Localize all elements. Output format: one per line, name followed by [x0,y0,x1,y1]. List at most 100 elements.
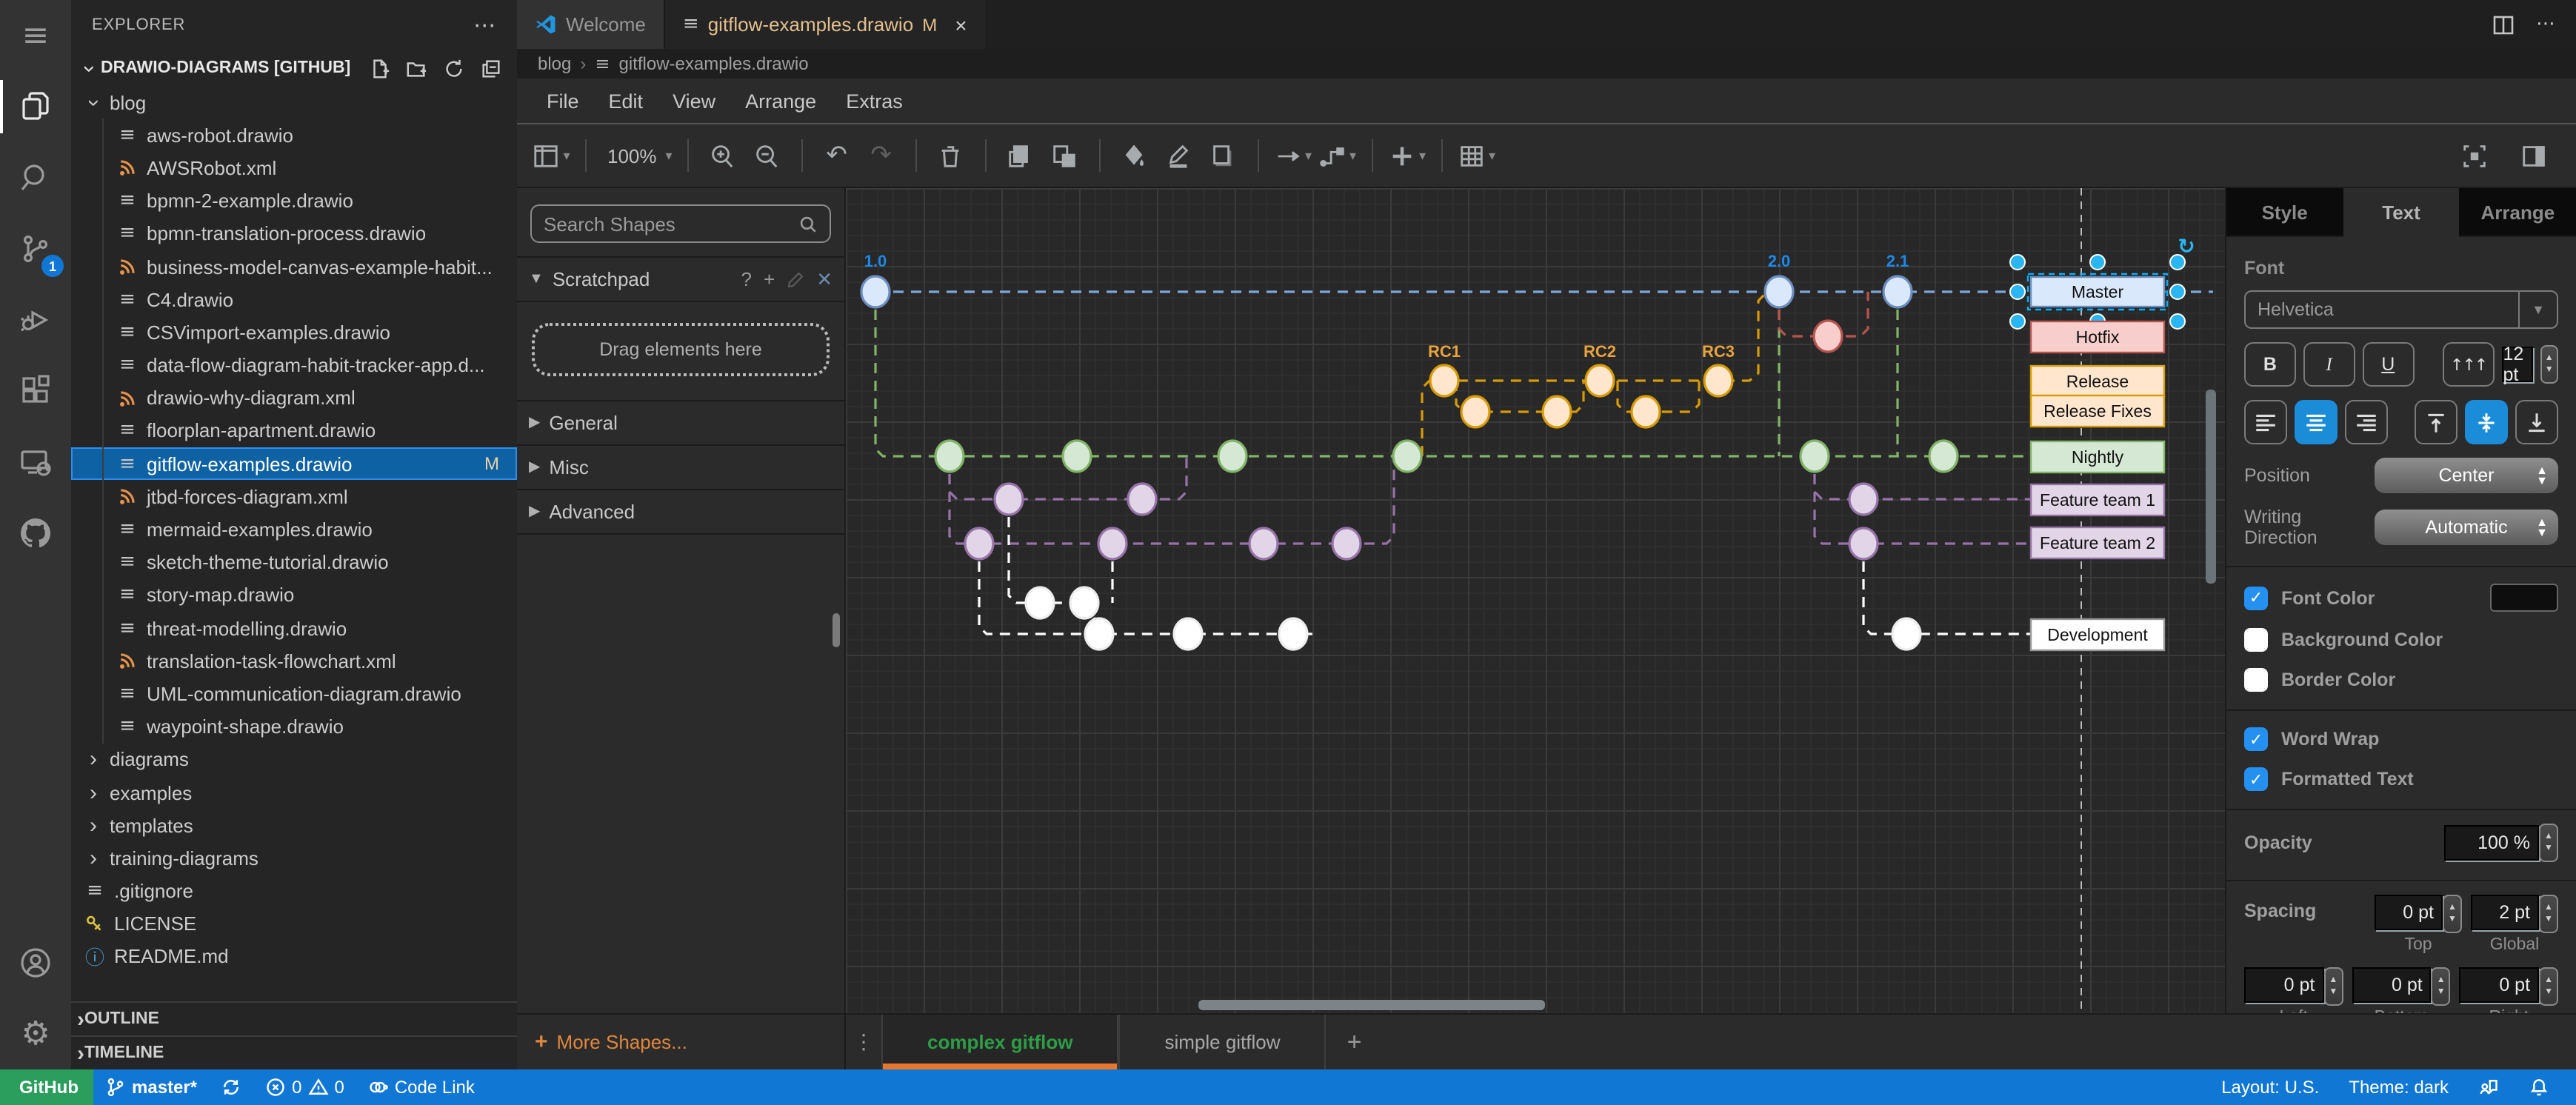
pages-menu-icon[interactable]: ⋮ [846,1015,881,1069]
italic-button[interactable]: I [2303,342,2355,387]
folder-training-diagrams[interactable]: training-diagrams [71,842,517,875]
file-data-flow-diagram-habit-tracker-app-d-[interactable]: ≡data-flow-diagram-habit-tracker-app.d..… [71,349,517,381]
file--gitignore[interactable]: ≡.gitignore [71,875,517,907]
explorer-more-actions-icon[interactable]: ⋯ [473,12,496,39]
shadow-icon[interactable] [1204,133,1243,178]
writing-direction-select[interactable]: Automatic▲▼ [2375,510,2558,545]
file-sketch-theme-tutorial-drawio[interactable]: ≡sketch-theme-tutorial.drawio [71,546,517,578]
commit-node-release-commits[interactable] [1461,396,1489,427]
undo-icon[interactable]: ↶ [818,133,856,178]
tag-label-RC1[interactable]: RC1 [1428,342,1461,361]
commit-node-dev-commits[interactable] [1026,587,1054,618]
commit-node-nightly-commits[interactable] [935,441,964,472]
scratchpad-section[interactable]: ▼ Scratchpad ? + ✕ [517,256,844,301]
section-misc[interactable]: ▶Misc [517,444,844,489]
search-shapes-input[interactable]: Search Shapes [530,204,831,243]
file-license[interactable]: LICENSE [71,907,517,940]
timeline-section[interactable]: TIMELINE [71,1035,517,1069]
file-story-map-drawio[interactable]: ≡story-map.drawio [71,579,517,612]
explorer-icon[interactable] [0,71,71,142]
opacity-input[interactable]: 100 % [2444,825,2539,861]
new-folder-icon[interactable] [406,57,428,79]
split-editor-icon[interactable] [2492,13,2515,36]
file-c4-drawio[interactable]: ≡C4.drawio [71,283,517,316]
commit-node-dev-commits[interactable] [1085,618,1113,650]
background-color-checkbox[interactable] [2244,628,2268,652]
file-mermaid-examples-drawio[interactable]: ≡mermaid-examples.drawio [71,513,517,546]
settings-gear-icon[interactable]: ⚙ [0,998,71,1069]
fullscreen-icon[interactable] [2455,133,2493,178]
commit-node-nightly-commits[interactable] [1063,441,1091,472]
tag-label-2.1[interactable]: 2.1 [1886,252,1909,270]
github-icon[interactable] [0,498,71,569]
new-file-icon[interactable] [369,57,391,79]
commit-node-master-commits[interactable] [1765,276,1793,307]
insert-button[interactable]: ▾ [1388,133,1427,178]
file-translation-task-flowchart-xml[interactable]: translation-task-flowchart.xml [71,644,517,677]
zoom-out-icon[interactable] [748,133,787,178]
section-general[interactable]: ▶General [517,400,844,444]
folder-templates[interactable]: templates [71,809,517,841]
search-icon[interactable] [0,142,71,213]
word-wrap-checkbox[interactable]: ✓ [2244,727,2268,751]
align-left-button[interactable] [2244,400,2287,444]
border-color-checkbox[interactable] [2244,668,2268,692]
file-aws-robot-drawio[interactable]: ≡aws-robot.drawio [71,118,517,151]
font-size-stepper[interactable]: ▲▼ [2540,345,2558,384]
page-tab-complex-gitflow[interactable]: complex gitflow [881,1015,1118,1069]
git-branch-status[interactable]: master* [93,1077,209,1098]
commit-node-dev-commits[interactable] [1892,618,1921,650]
refresh-icon[interactable] [443,57,465,79]
file-jtbd-forces-diagram-xml[interactable]: jtbd-forces-diagram.xml [71,481,517,513]
to-front-icon[interactable] [1001,133,1040,178]
sync-status[interactable] [209,1077,253,1098]
align-center-button[interactable] [2295,400,2338,444]
commit-node-hotfix-commits[interactable] [1814,321,1842,352]
opacity-stepper[interactable]: ▲▼ [2539,824,2558,862]
collapse-all-icon[interactable] [480,57,502,79]
underline-button[interactable]: U [2362,342,2414,387]
vertical-text-button[interactable]: ↑↑↑ [2443,342,2495,387]
file-bpmn-2-example-drawio[interactable]: ≡bpmn-2-example.drawio [71,184,517,217]
commit-node-feature2-commits[interactable] [965,528,993,559]
waypoint-style-button[interactable]: ▾ [1318,133,1357,178]
align-right-button[interactable] [2345,400,2388,444]
zoom-level-button[interactable]: 100%▾ [601,133,673,178]
file-gitflow-examples-drawio[interactable]: ≡gitflow-examples.drawioM [71,447,517,480]
spacing-top-input[interactable]: 0 pt [2375,895,2443,930]
section-advanced[interactable]: ▶Advanced [517,489,844,533]
delete-icon[interactable] [932,133,970,178]
file-uml-communication-diagram-drawio[interactable]: ≡UML-communication-diagram.drawio [71,678,517,710]
commit-node-release-commits[interactable] [1430,365,1458,396]
spacing-right-input[interactable]: 0 pt [2460,967,2539,1003]
tag-label-1.0[interactable]: 1.0 [864,252,887,270]
commit-node-feature2-commits[interactable] [1332,528,1361,559]
file-business-model-canvas-example-habit-[interactable]: business-model-canvas-example-habit... [71,250,517,283]
connection-style-button[interactable]: ▾ [1274,133,1312,178]
commit-node-nightly-commits[interactable] [1801,441,1829,472]
tag-label-RC3[interactable]: RC3 [1702,342,1735,361]
font-color-swatch[interactable] [2490,584,2558,612]
scratchpad-close-icon[interactable]: ✕ [816,267,832,291]
file-threat-modelling-drawio[interactable]: ≡threat-modelling.drawio [71,612,517,644]
notifications-bell-icon[interactable] [2517,1077,2561,1098]
valign-middle-button[interactable] [2465,400,2508,444]
position-select[interactable]: Center▲▼ [2375,458,2558,493]
commit-node-dev-commits[interactable] [1279,618,1307,650]
selection-handle[interactable] [2090,255,2105,270]
file-csvimport-examples-drawio[interactable]: ≡CSVimport-examples.drawio [71,316,517,349]
canvas-hscrollbar-thumb[interactable] [1198,1000,1545,1010]
extensions-icon[interactable] [0,355,71,427]
menu-view[interactable]: View [659,84,729,118]
tag-label-RC2[interactable]: RC2 [1584,342,1616,361]
font-color-checkbox[interactable]: ✓ [2244,586,2268,610]
commit-node-dev-commits[interactable] [1174,618,1202,650]
commit-node-release-commits[interactable] [1586,365,1614,396]
outline-section[interactable]: OUTLINE [71,1001,517,1035]
rotate-handle-icon[interactable]: ↻ [2178,234,2195,258]
canvas-vscrollbar-thumb[interactable] [2206,390,2216,584]
scratchpad-help-icon[interactable]: ? [741,268,752,290]
font-size-input[interactable]: 12 pt [2502,347,2533,382]
commit-node-dev-commits[interactable] [1070,587,1098,618]
commit-node-feature2-commits[interactable] [1098,528,1127,559]
